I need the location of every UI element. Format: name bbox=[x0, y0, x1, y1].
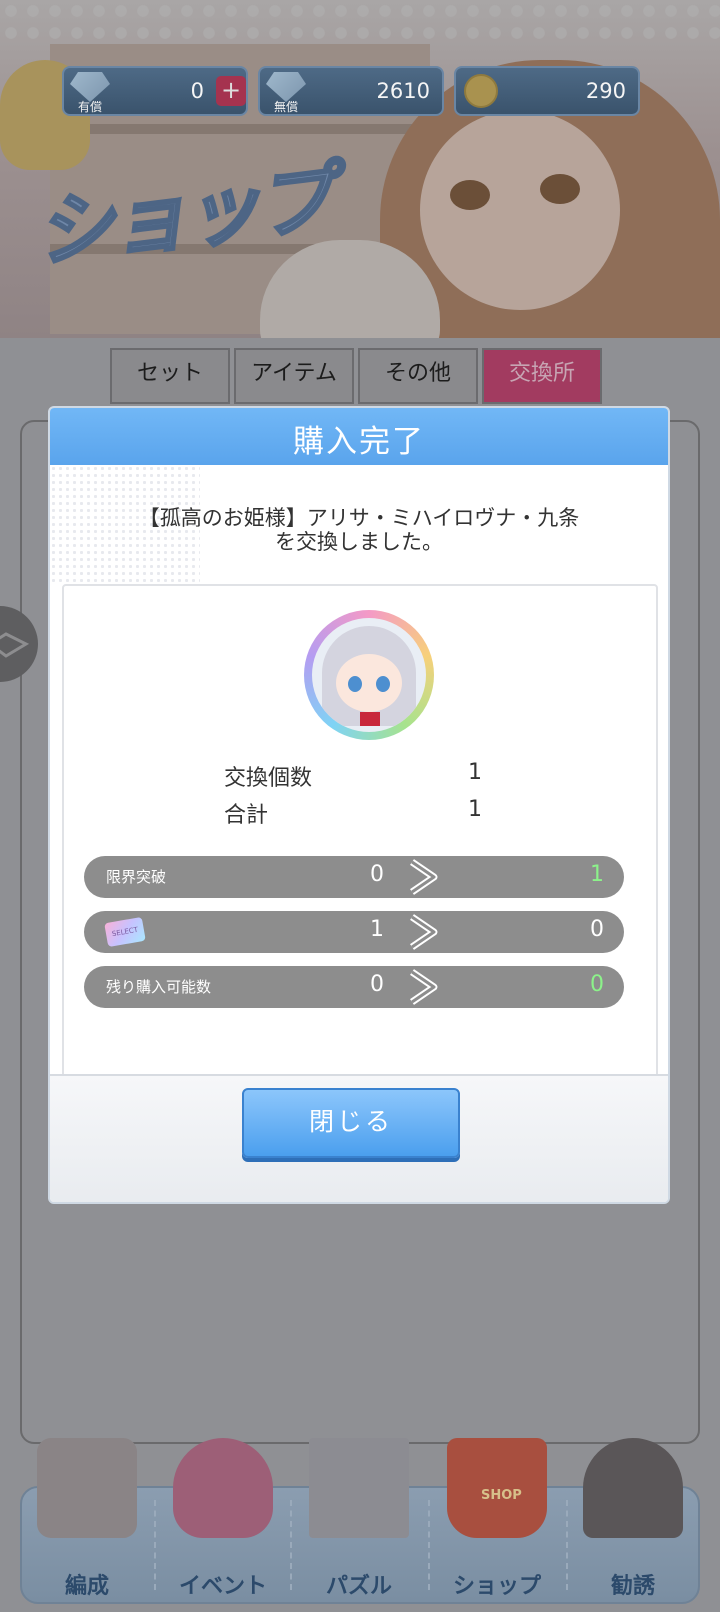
side-menu-tab[interactable] bbox=[0, 606, 38, 682]
nav-event[interactable]: イベント bbox=[156, 1430, 290, 1612]
row-from-value: 1 bbox=[370, 917, 384, 942]
arrow-right-icon bbox=[410, 969, 438, 1005]
limit-break-row: 限界突破 0 1 bbox=[84, 856, 624, 898]
select-ticket-icon: SELECT bbox=[104, 916, 146, 948]
banner-dot-pattern bbox=[0, 0, 720, 44]
recruit-characters-icon bbox=[583, 1438, 683, 1538]
dialog-header: 購入完了 bbox=[50, 408, 668, 465]
tab-set[interactable]: セット bbox=[110, 348, 230, 404]
avatar-portrait bbox=[312, 618, 426, 732]
avatar-eye bbox=[376, 676, 390, 692]
row-to-value: 0 bbox=[590, 917, 604, 942]
exchange-count-value: 1 bbox=[468, 760, 482, 785]
currency-value: 2610 bbox=[376, 79, 430, 103]
ticket-row: SELECT 1 0 bbox=[84, 911, 624, 953]
nav-label: 編成 bbox=[64, 1574, 109, 1599]
gem-outline-icon bbox=[0, 632, 30, 658]
exchange-detail-box: 交換個数 1 合計 1 限界突破 0 1 SELECT 1 0 残り購入可能数 … bbox=[62, 584, 658, 1084]
character-avatar bbox=[304, 610, 434, 740]
add-gem-button[interactable]: + bbox=[216, 76, 246, 106]
currency-value: 0 bbox=[190, 79, 204, 103]
nav-recruit[interactable]: 勧誘 bbox=[566, 1430, 700, 1612]
purchase-complete-dialog: 購入完了 【孤高のお姫様】アリサ・ミハイロヴナ・九条 を交換しました。 交換個数… bbox=[48, 406, 670, 1204]
nav-label: ショップ bbox=[452, 1574, 541, 1599]
row-label: 限界突破 bbox=[106, 868, 167, 886]
dialog-title: 購入完了 bbox=[293, 424, 425, 460]
row-to-value: 0 bbox=[590, 972, 604, 997]
shop-basket-icon: SHOP bbox=[447, 1438, 547, 1538]
exchange-count-label: 交換個数 bbox=[224, 766, 313, 791]
close-button[interactable]: 閉じる bbox=[242, 1088, 460, 1158]
total-label: 合計 bbox=[224, 803, 269, 828]
avatar-eye bbox=[348, 676, 362, 692]
nav-label: イベント bbox=[178, 1574, 267, 1599]
nav-formation[interactable]: 編成 bbox=[20, 1430, 154, 1612]
remaining-purchases-row: 残り購入可能数 0 0 bbox=[84, 966, 624, 1008]
character-eye bbox=[450, 180, 490, 210]
shop-banner: ショップ bbox=[0, 0, 720, 338]
row-label: 残り購入可能数 bbox=[106, 978, 212, 996]
row-to-value: 1 bbox=[590, 862, 604, 887]
tab-other[interactable]: その他 bbox=[358, 348, 478, 404]
currency-label: 有償 bbox=[78, 100, 103, 114]
nav-label: パズル bbox=[325, 1574, 392, 1599]
total-value: 1 bbox=[468, 797, 482, 822]
characters-icon bbox=[37, 1438, 137, 1538]
currency-label: 無償 bbox=[274, 100, 299, 114]
nav-label: 勧誘 bbox=[610, 1574, 655, 1599]
avatar-ribbon bbox=[360, 712, 380, 726]
character-face bbox=[420, 110, 620, 310]
avatar-face bbox=[336, 654, 402, 712]
tab-exchange[interactable]: 交換所 bbox=[482, 348, 602, 404]
message-line: を交換しました。 bbox=[275, 530, 443, 554]
coin-counter: 290 bbox=[454, 66, 640, 116]
nav-shop[interactable]: SHOP ショップ bbox=[430, 1430, 564, 1612]
arrow-right-icon bbox=[410, 914, 438, 950]
paid-gem-counter: 有償 0 + bbox=[62, 66, 248, 116]
arrow-right-icon bbox=[410, 859, 438, 895]
tab-item[interactable]: アイテム bbox=[234, 348, 354, 404]
message-line: 【孤高のお姫様】アリサ・ミハイロヴナ・九条 bbox=[138, 506, 580, 530]
coin-icon bbox=[464, 74, 498, 108]
character-eye bbox=[540, 174, 580, 204]
free-gem-counter: 無償 2610 bbox=[258, 66, 444, 116]
shop-tag-text: SHOP bbox=[481, 1488, 522, 1503]
building-icon bbox=[309, 1438, 409, 1538]
currency-value: 290 bbox=[585, 79, 626, 103]
hearts-icon bbox=[173, 1438, 273, 1538]
nav-puzzle[interactable]: パズル bbox=[292, 1430, 426, 1612]
row-from-value: 0 bbox=[370, 972, 384, 997]
exchange-message: 【孤高のお姫様】アリサ・ミハイロヴナ・九条 を交換しました。 bbox=[50, 506, 668, 554]
row-from-value: 0 bbox=[370, 862, 384, 887]
